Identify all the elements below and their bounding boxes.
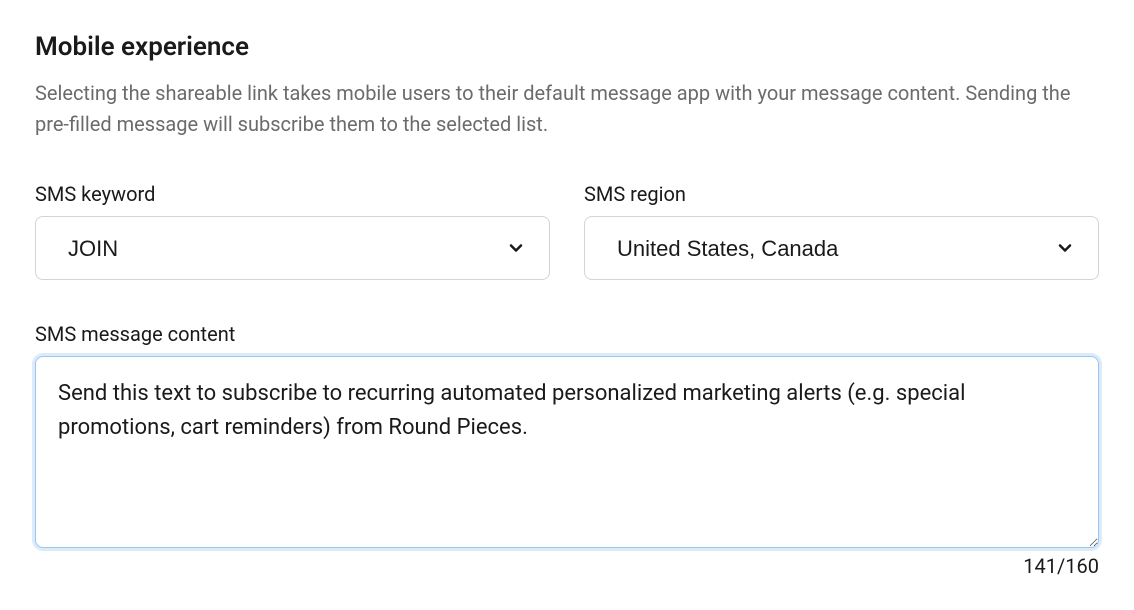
- sms-region-group: SMS region United States, Canada: [584, 182, 1099, 280]
- sms-content-textarea[interactable]: [35, 356, 1099, 548]
- sms-region-select-wrapper: United States, Canada: [584, 216, 1099, 280]
- sms-region-select[interactable]: United States, Canada: [584, 216, 1099, 280]
- sms-content-group: SMS message content 141/160: [35, 322, 1099, 578]
- sms-keyword-select-wrapper: JOIN: [35, 216, 550, 280]
- sms-keyword-label: SMS keyword: [35, 182, 550, 206]
- select-row: SMS keyword JOIN SMS region United State…: [35, 182, 1099, 280]
- section-title: Mobile experience: [35, 32, 1099, 62]
- section-description: Selecting the shareable link takes mobil…: [35, 78, 1085, 140]
- sms-content-label: SMS message content: [35, 322, 1099, 346]
- sms-keyword-select[interactable]: JOIN: [35, 216, 550, 280]
- char-counter: 141/160: [1023, 554, 1099, 578]
- sms-keyword-group: SMS keyword JOIN: [35, 182, 550, 280]
- sms-region-label: SMS region: [584, 182, 1099, 206]
